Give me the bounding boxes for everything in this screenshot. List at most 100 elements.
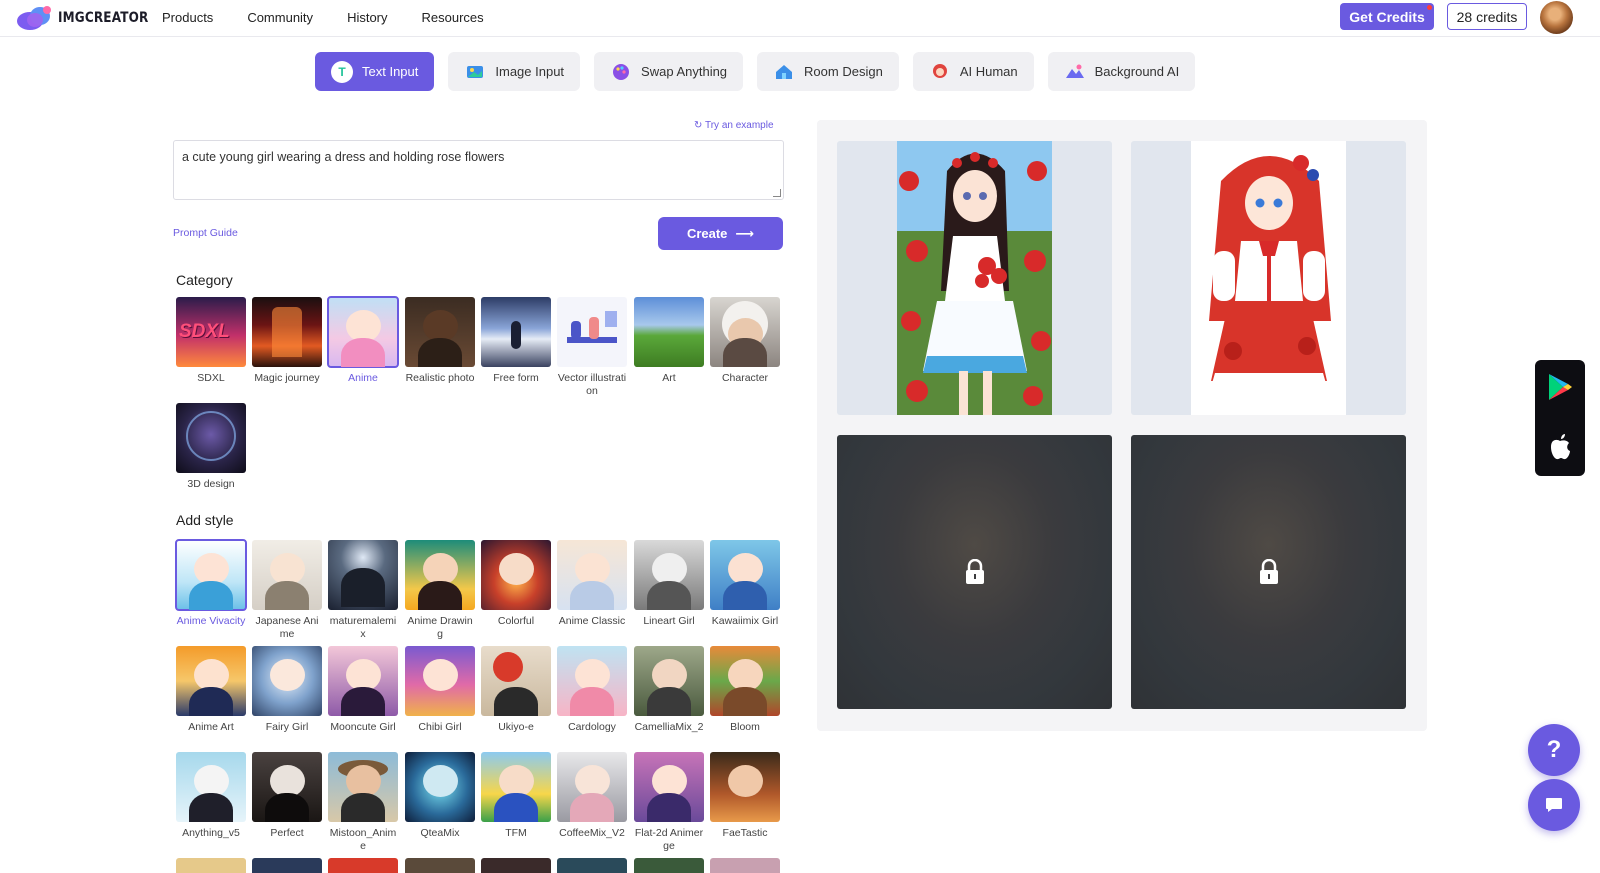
tab-swap-anything[interactable]: Swap Anything [594,52,744,91]
category-item-realistic-photo[interactable]: Realistic photo [405,297,475,385]
style-item-qteamix[interactable]: QteaMix [405,752,475,840]
credits-counter[interactable]: 28 credits [1447,3,1527,30]
style-item-maturemalemix[interactable]: maturemalemix [328,540,398,641]
preview-card-1[interactable] [837,141,1112,415]
style-item-anything-v5[interactable]: Anything_v5 [176,752,246,840]
preview-card-2[interactable] [1131,141,1406,415]
style-item-anime-drawing[interactable]: Anime Drawing [405,540,475,641]
style-thumb[interactable] [634,858,704,873]
prompt-input[interactable]: a cute young girl wearing a dress and ho… [173,140,784,200]
try-example-link[interactable]: ↻ Try an example [694,120,774,131]
style-item-tfm[interactable]: TFM [481,752,551,840]
style-item-coffeemix-v2[interactable]: CoffeeMix_V2 [557,752,627,840]
style-thumb[interactable] [710,858,780,873]
category-thumb-3d-design [176,403,246,473]
style-item-lineart-girl[interactable]: Lineart Girl [634,540,704,628]
style-item-fairy-girl[interactable]: Fairy Girl [252,646,322,734]
style-item-mistoon-anime[interactable]: Mistoon_Anime [328,752,398,853]
style-item-japanese-anime[interactable]: Japanese Anime [252,540,322,641]
style-thumb[interactable] [481,858,551,873]
style-item-bloom[interactable]: Bloom [710,646,780,734]
style-item-cardology[interactable]: Cardology [557,646,627,734]
style-thumb [481,646,551,716]
category-item-magic-journey[interactable]: Magic journey [252,297,322,385]
palette-icon [613,63,630,80]
category-thumb-anime [327,296,399,368]
category-item-art[interactable]: Art [634,297,704,385]
style-label: Perfect [270,827,304,839]
category-item-anime[interactable]: Anime [327,296,399,385]
create-button[interactable]: Create ⟶ [658,217,783,250]
style-item-mooncute-girl[interactable]: Mooncute Girl [328,646,398,734]
avatar[interactable] [1540,1,1573,34]
category-item-vector-illustration[interactable]: Vector illustration [557,297,627,398]
logo[interactable]: IMGCREATOR [16,4,163,32]
chat-button[interactable] [1528,779,1580,831]
style-thumb[interactable] [252,858,322,873]
style-thumb [328,646,398,716]
nav-history[interactable]: History [347,10,387,25]
category-label: Magic journey [254,372,320,384]
style-item-chibi-girl[interactable]: Chibi Girl [405,646,475,734]
style-label: Anime Drawing [407,615,473,640]
style-label: Anime Art [188,721,234,733]
style-item-ukiyo-e[interactable]: Ukiyo-e [481,646,551,734]
resize-handle[interactable] [773,189,781,197]
category-item-3d-design[interactable]: 3D design [176,403,246,491]
style-label: Ukiyo-e [498,721,534,733]
style-thumb[interactable] [405,858,475,873]
apple-icon[interactable] [1548,433,1572,461]
style-item-flat-2d-animerge[interactable]: Flat-2d Animerge [634,752,704,853]
style-thumb [710,752,780,822]
category-item-free-form[interactable]: Free form [481,297,551,385]
style-label: maturemalemix [329,615,397,640]
style-thumb [481,540,551,610]
image-icon [467,65,484,78]
try-example-label: Try an example [704,120,774,131]
style-label: CoffeeMix_V2 [559,827,625,839]
category-item-sdxl[interactable]: SDXL SDXL [176,297,246,385]
tab-label: Background AI [1094,64,1180,79]
style-item-camelliamix-2[interactable]: CamelliaMix_2 [634,646,704,734]
tab-ai-human[interactable]: AI Human [912,52,1034,91]
preview-card-3-locked[interactable] [837,435,1112,709]
style-item-colorful[interactable]: Colorful [481,540,551,628]
tab-background-ai[interactable]: Background AI [1047,52,1196,91]
preview-card-4-locked[interactable] [1131,435,1406,709]
category-label: Free form [493,372,539,384]
tab-text-input[interactable]: T Text Input [315,52,435,91]
style-label: Mistoon_Anime [329,827,397,852]
get-credits-button[interactable]: Get Credits [1340,3,1434,30]
category-label: Art [662,372,676,384]
style-thumb [634,752,704,822]
category-item-character[interactable]: Character [710,297,780,385]
preview-panel [817,120,1427,731]
category-label: Vector illustration [557,372,627,397]
style-item-perfect[interactable]: Perfect [252,752,322,840]
style-thumb [175,539,247,611]
tab-room-design[interactable]: Room Design [757,52,899,91]
style-thumb [176,752,246,822]
style-item-anime-classic[interactable]: Anime Classic [557,540,627,628]
category-thumb-free-form [481,297,551,367]
style-thumb[interactable] [328,858,398,873]
style-thumb [252,646,322,716]
add-style-title: Add style [176,512,234,528]
prompt-guide-link[interactable]: Prompt Guide [173,227,238,239]
style-thumb[interactable] [557,858,627,873]
help-button[interactable]: ? [1528,724,1580,776]
mountain-icon [1065,64,1084,78]
style-thumb[interactable] [176,858,246,873]
tab-image-input[interactable]: Image Input [448,52,581,91]
style-item-anime-vivacity[interactable]: Anime Vivacity [175,539,247,628]
google-play-icon[interactable] [1546,372,1574,402]
nav-products[interactable]: Products [162,10,213,25]
category-thumb-character [710,297,780,367]
app-download-badge [1535,360,1585,476]
nav-community[interactable]: Community [247,10,313,25]
style-item-anime-art[interactable]: Anime Art [176,646,246,734]
style-item-kawaiimix-girl[interactable]: Kawaiimix Girl [710,540,780,628]
category-label: 3D design [187,478,235,490]
style-item-faetastic[interactable]: FaeTastic [710,752,780,840]
nav-resources[interactable]: Resources [422,10,484,25]
